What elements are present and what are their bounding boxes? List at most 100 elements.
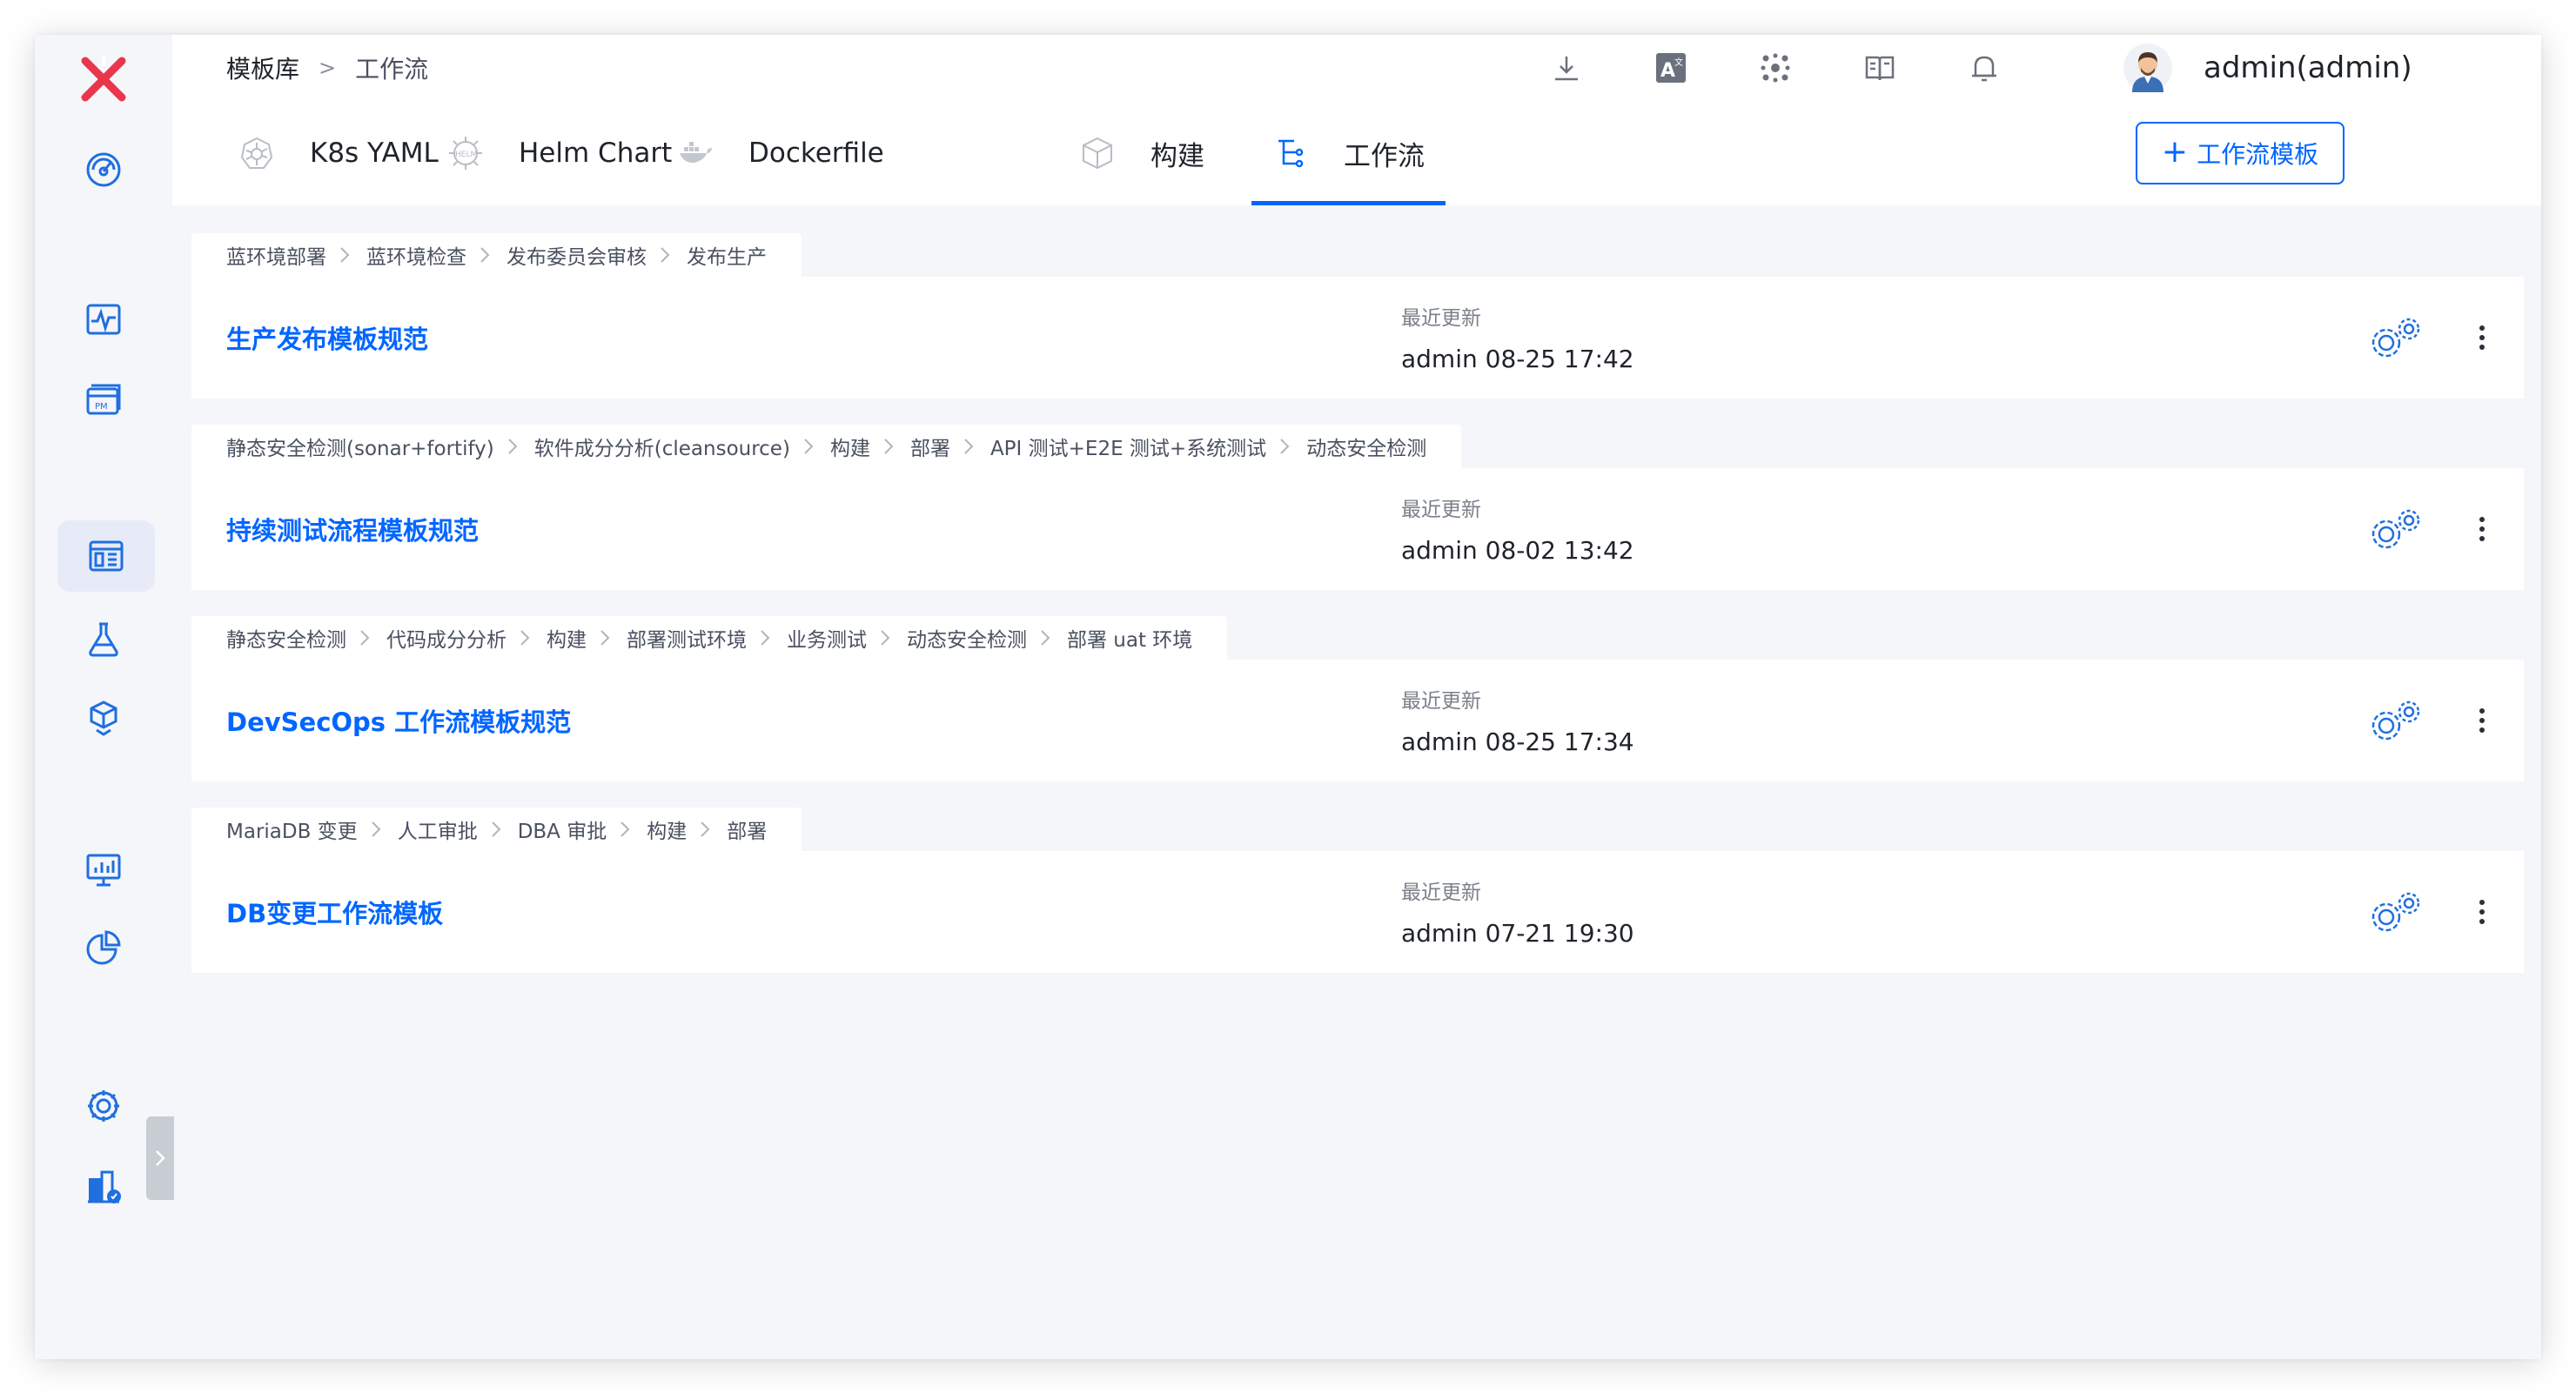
flask-icon bbox=[89, 622, 118, 657]
docs-button[interactable] bbox=[1859, 47, 1901, 89]
build-cube-icon bbox=[1077, 133, 1117, 173]
workflow-more-button[interactable] bbox=[2472, 318, 2492, 357]
workflow-icon bbox=[1271, 133, 1311, 173]
chevron-right-icon bbox=[156, 1150, 165, 1166]
workflow-more-button[interactable] bbox=[2472, 701, 2492, 740]
tab-build[interactable]: 构建 bbox=[1077, 101, 1204, 205]
workflow-settings-gears-icon[interactable] bbox=[2367, 696, 2425, 745]
download-icon bbox=[1555, 57, 1578, 81]
sidebar-item-templates[interactable] bbox=[57, 520, 155, 592]
workflow-stage: 动态安全检测 bbox=[1306, 438, 1427, 460]
add-workflow-template-label: 工作流模板 bbox=[2197, 140, 2319, 169]
workflow-settings-gears-icon[interactable] bbox=[2367, 313, 2425, 362]
workflow-title-link[interactable]: 持续测试流程模板规范 bbox=[226, 468, 479, 590]
zadig-logo-icon[interactable] bbox=[73, 49, 134, 110]
sidebar-item-monitor[interactable] bbox=[75, 291, 132, 348]
workflow-card: DB变更工作流模板 最近更新 admin 07-21 19:30 bbox=[191, 851, 2524, 973]
breadcrumb-root[interactable]: 模板库 bbox=[226, 50, 299, 85]
tab-label: K8s YAML bbox=[310, 137, 439, 169]
chevron-right-icon bbox=[879, 628, 895, 647]
workflow-item: 蓝环境部署 蓝环境检查 发布委员会审核 发布生产生产发布模板规范 最近更新 admin 0… bbox=[191, 233, 2524, 399]
tab-helm-chart[interactable]: HELM Helm Chart bbox=[446, 101, 672, 205]
workflow-stage: 构建 bbox=[647, 821, 688, 843]
tab-label: Helm Chart bbox=[519, 137, 673, 169]
workflow-stage: 发布委员会审核 bbox=[506, 246, 647, 269]
workflow-more-button[interactable] bbox=[2472, 510, 2492, 548]
workflow-title-link[interactable]: DevSecOps 工作流模板规范 bbox=[226, 660, 571, 781]
chevron-right-icon bbox=[359, 628, 374, 647]
sidebar-item-statistics[interactable] bbox=[75, 841, 132, 898]
tab-k8s-yaml[interactable]: K8s YAML bbox=[237, 101, 439, 205]
add-workflow-template-button[interactable]: + 工作流模板 bbox=[2136, 122, 2345, 184]
last-updated-value: admin 08-02 13:42 bbox=[1401, 536, 1634, 565]
dots-grid-icon bbox=[1761, 53, 1790, 83]
sidebar-item-artifacts[interactable] bbox=[75, 689, 132, 747]
sidebar-item-testing[interactable] bbox=[75, 611, 132, 668]
chevron-right-icon bbox=[619, 820, 634, 839]
last-updated-value: admin 07-21 19:30 bbox=[1401, 919, 1634, 948]
last-updated-value: admin 08-25 17:42 bbox=[1401, 345, 1634, 373]
workflow-stage: 蓝环境部署 bbox=[226, 246, 326, 269]
dashboard-gauge-icon bbox=[86, 152, 121, 187]
workflow-stage: 静态安全检测(sonar+fortify) bbox=[226, 438, 494, 460]
workflow-title-link[interactable]: DB变更工作流模板 bbox=[226, 851, 443, 973]
sidebar-collapse-toggle[interactable] bbox=[146, 1116, 174, 1200]
workflow-stage: MariaDB 变更 bbox=[226, 821, 358, 843]
tab-workflow[interactable]: 工作流 bbox=[1251, 101, 1446, 205]
chevron-right-icon bbox=[802, 437, 818, 456]
user-name[interactable]: admin(admin) bbox=[2204, 35, 2412, 101]
svg-text:PM: PM bbox=[95, 402, 108, 412]
sidebar-item-insight[interactable] bbox=[75, 919, 132, 976]
workflow-stage: 发布生产 bbox=[687, 246, 767, 269]
top-header: 模板库 > 工作流 A文 admin(admin) bbox=[172, 35, 2541, 103]
user-avatar[interactable] bbox=[2123, 44, 2172, 92]
download-button[interactable] bbox=[1546, 47, 1587, 89]
workflow-stage: 动态安全检测 bbox=[907, 629, 1027, 652]
chevron-right-icon bbox=[659, 245, 674, 265]
workflow-stage: 部署 bbox=[909, 438, 950, 460]
workflow-stages: 静态安全检测 代码成分分析 构建 部署测试环境 业务测试 动态安全检测 部署 uat 环境 bbox=[191, 616, 1228, 660]
svg-text:A: A bbox=[1660, 60, 1675, 82]
tab-label: 工作流 bbox=[1344, 140, 1425, 172]
sidebar-item-project-management[interactable]: PM bbox=[75, 371, 132, 428]
notifications-button[interactable] bbox=[1963, 47, 2005, 89]
docker-icon bbox=[675, 133, 715, 173]
workflow-item: MariaDB 变更 人工审批 DBA 审批 构建 部署 DB变更工作流模板 最近更新 adm… bbox=[191, 808, 2524, 973]
workflow-stage: 部署测试环境 bbox=[627, 629, 747, 652]
plugins-button[interactable] bbox=[1754, 47, 1796, 89]
presentation-chart-icon bbox=[86, 854, 121, 887]
chevron-right-icon bbox=[759, 628, 775, 647]
tab-label: Dockerfile bbox=[748, 137, 884, 169]
workflow-stage: 构建 bbox=[547, 629, 587, 652]
workflow-title-link[interactable]: 生产发布模板规范 bbox=[226, 277, 428, 399]
language-button[interactable]: A文 bbox=[1650, 47, 1692, 89]
workflow-settings-gears-icon[interactable] bbox=[2367, 888, 2425, 936]
workflow-stage: 部署 uat 环境 bbox=[1067, 629, 1193, 652]
chevron-right-icon bbox=[1278, 437, 1294, 456]
workflow-stage: API 测试+E2E 测试+系统测试 bbox=[989, 438, 1267, 460]
chevron-right-icon bbox=[882, 437, 898, 456]
sidebar-item-enterprise[interactable] bbox=[75, 1157, 132, 1215]
svg-text:文: 文 bbox=[1674, 57, 1683, 68]
settings-gear-icon bbox=[88, 1090, 119, 1122]
kubernetes-icon bbox=[237, 133, 277, 173]
workflow-stage: 部署 bbox=[727, 821, 768, 843]
workflow-settings-gears-icon[interactable] bbox=[2367, 505, 2425, 553]
package-hand-icon bbox=[90, 700, 117, 736]
workflow-stage: 代码成分分析 bbox=[386, 629, 506, 652]
workflow-stage: 软件成分分析(cleansource) bbox=[533, 438, 790, 460]
sidebar-item-dashboard[interactable] bbox=[75, 141, 132, 198]
plus-icon: + bbox=[2161, 133, 2189, 170]
template-library-icon bbox=[89, 540, 124, 572]
chevron-right-icon bbox=[479, 245, 494, 265]
last-updated-label: 最近更新 bbox=[1401, 881, 1481, 904]
workflow-item: 静态安全检测 代码成分分析 构建 部署测试环境 业务测试 动态安全检测 部署 uat 环境 D… bbox=[191, 616, 2524, 781]
chevron-right-icon bbox=[519, 628, 534, 647]
sidebar-item-settings[interactable] bbox=[75, 1077, 132, 1135]
workflow-stage: 蓝环境检查 bbox=[366, 246, 466, 269]
chevron-right-icon bbox=[1039, 628, 1055, 647]
workflow-card: 生产发布模板规范 最近更新 admin 08-25 17:42 bbox=[191, 277, 2524, 399]
workflow-more-button[interactable] bbox=[2472, 893, 2492, 931]
book-icon bbox=[1865, 56, 1895, 81]
tab-dockerfile[interactable]: Dockerfile bbox=[675, 101, 884, 205]
